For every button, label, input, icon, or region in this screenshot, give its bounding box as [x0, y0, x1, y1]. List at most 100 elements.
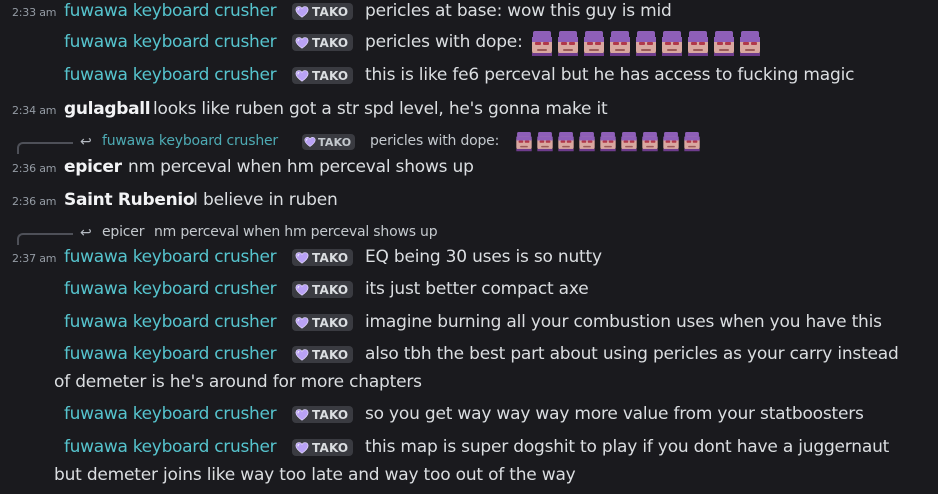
message-text-continued: but demeter joins like way too late and … [54, 465, 576, 485]
pericles-face-emote [620, 132, 638, 152]
pericles-face-emote[interactable] [531, 31, 553, 57]
username[interactable]: epicer [64, 157, 122, 177]
username[interactable]: fuwawa keyboard crusher [64, 65, 277, 85]
message-text: imagine burning all your combustion uses… [365, 312, 882, 332]
message-text: pericles at base: wow this guy is mid [365, 1, 672, 21]
username[interactable]: gulagball [64, 99, 151, 119]
timestamp: 2:37 am [12, 252, 57, 265]
pericles-face-emote [683, 132, 701, 152]
purple-heart-icon [295, 283, 309, 297]
message-text: its just better compact axe [365, 279, 589, 299]
purple-heart-icon [304, 136, 316, 148]
message-row: fuwawa keyboard crusher TAKO its just be… [0, 278, 938, 308]
purple-heart-icon [295, 348, 309, 362]
username[interactable]: fuwawa keyboard crusher [64, 344, 277, 364]
pericles-face-emote[interactable] [713, 31, 735, 57]
tag-label: TAKO [318, 135, 352, 149]
tag-label: TAKO [312, 440, 349, 455]
timestamp: 2:34 am [12, 104, 57, 117]
message-row: fuwawa keyboard crusher TAKO so you get … [0, 403, 938, 433]
pericles-face-emote[interactable] [687, 31, 709, 57]
clan-tag[interactable]: TAKO [292, 34, 354, 51]
clan-tag[interactable]: TAKO [292, 281, 354, 298]
message-text: I believe in ruben [193, 190, 338, 210]
reply-arrow-icon: ↩ [80, 225, 92, 241]
reply-spine [17, 142, 73, 154]
pericles-face-emote[interactable] [739, 31, 761, 57]
timestamp: 2:33 am [12, 6, 57, 19]
pericles-face-emote [557, 132, 575, 152]
tag-label: TAKO [312, 250, 349, 265]
username[interactable]: fuwawa keyboard crusher [64, 279, 277, 299]
message-row: fuwawa keyboard crusher TAKO pericles wi… [0, 31, 938, 61]
username[interactable]: fuwawa keyboard crusher [64, 32, 277, 52]
tag-label: TAKO [312, 315, 349, 330]
tag-label: TAKO [312, 347, 349, 362]
purple-heart-icon [295, 408, 309, 422]
message-text: so you get way way way more value from y… [365, 404, 864, 424]
pericles-face-emote [578, 132, 596, 152]
message-row: 2:33 am fuwawa keyboard crusher TAKO per… [0, 0, 938, 30]
pericles-face-emote[interactable] [635, 31, 657, 57]
reply-spine [17, 233, 73, 245]
tag-label: TAKO [312, 35, 349, 50]
message-text: this map is super dogshit to play if you… [365, 437, 890, 457]
pericles-face-emote [599, 132, 617, 152]
purple-heart-icon [295, 441, 309, 455]
username[interactable]: Saint Rubenio [64, 190, 195, 210]
message-row: fuwawa keyboard crusher TAKO this is lik… [0, 64, 938, 94]
message-row: fuwawa keyboard crusher TAKO also tbh th… [0, 343, 938, 399]
pericles-face-emote [662, 132, 680, 152]
purple-heart-icon [295, 69, 309, 83]
reply-text: nm perceval when hm perceval shows up [154, 224, 438, 240]
username[interactable]: fuwawa keyboard crusher [64, 312, 277, 332]
clan-tag[interactable]: TAKO [292, 439, 354, 456]
purple-heart-icon [295, 251, 309, 265]
tag-label: TAKO [312, 407, 349, 422]
tag-label: TAKO [312, 4, 349, 19]
clan-tag[interactable]: TAKO [292, 249, 354, 266]
message-row: 2:36 am Saint Rubenio I believe in ruben [0, 189, 938, 219]
clan-tag: TAKO [302, 134, 356, 150]
username[interactable]: fuwawa keyboard crusher [64, 437, 277, 457]
clan-tag[interactable]: TAKO [292, 346, 354, 363]
message-text: this is like fe6 perceval but he has acc… [365, 65, 855, 85]
message-text: nm perceval when hm perceval shows up [128, 157, 474, 177]
clan-tag[interactable]: TAKO [292, 314, 354, 331]
purple-heart-icon [295, 36, 309, 50]
message-text: looks like ruben got a str spd level, he… [153, 99, 608, 119]
message-row: fuwawa keyboard crusher TAKO this map is… [0, 436, 938, 492]
reply-username[interactable]: epicer [102, 224, 144, 240]
pericles-face-emote[interactable] [557, 31, 579, 57]
message-row: 2:36 am epicer nm perceval when hm perce… [0, 156, 938, 186]
reply-preview[interactable]: ↩ epicer nm perceval when hm perceval sh… [0, 222, 938, 245]
emote-group [515, 132, 701, 152]
reply-preview[interactable]: ↩ fuwawa keyboard crusher TAKO pericles … [0, 131, 938, 154]
pericles-face-emote[interactable] [583, 31, 605, 57]
message-text: also tbh the best part about using peric… [365, 344, 899, 364]
message-text: pericles with dope: [365, 32, 523, 52]
message-row: 2:37 am fuwawa keyboard crusher TAKO EQ … [0, 246, 938, 276]
reply-username[interactable]: fuwawa keyboard crusher [102, 133, 278, 149]
pericles-face-emote [641, 132, 659, 152]
username[interactable]: fuwawa keyboard crusher [64, 247, 277, 267]
pericles-face-emote[interactable] [609, 31, 631, 57]
timestamp: 2:36 am [12, 195, 57, 208]
tag-label: TAKO [312, 68, 349, 83]
purple-heart-icon [295, 316, 309, 330]
pericles-face-emote[interactable] [661, 31, 683, 57]
purple-heart-icon [295, 5, 309, 19]
tag-label: TAKO [312, 282, 349, 297]
clan-tag[interactable]: TAKO [292, 67, 354, 84]
pericles-face-emote [536, 132, 554, 152]
username[interactable]: fuwawa keyboard crusher [64, 404, 277, 424]
reply-text: pericles with dope: [370, 133, 500, 149]
clan-tag[interactable]: TAKO [292, 406, 354, 423]
message-row: 2:34 am gulagball looks like ruben got a… [0, 98, 938, 128]
timestamp: 2:36 am [12, 162, 57, 175]
message-text: EQ being 30 uses is so nutty [365, 247, 602, 267]
message-text-continued: of demeter is he's around for more chapt… [54, 372, 422, 392]
emote-group [531, 31, 761, 57]
username[interactable]: fuwawa keyboard crusher [64, 1, 277, 21]
clan-tag[interactable]: TAKO [292, 3, 354, 20]
